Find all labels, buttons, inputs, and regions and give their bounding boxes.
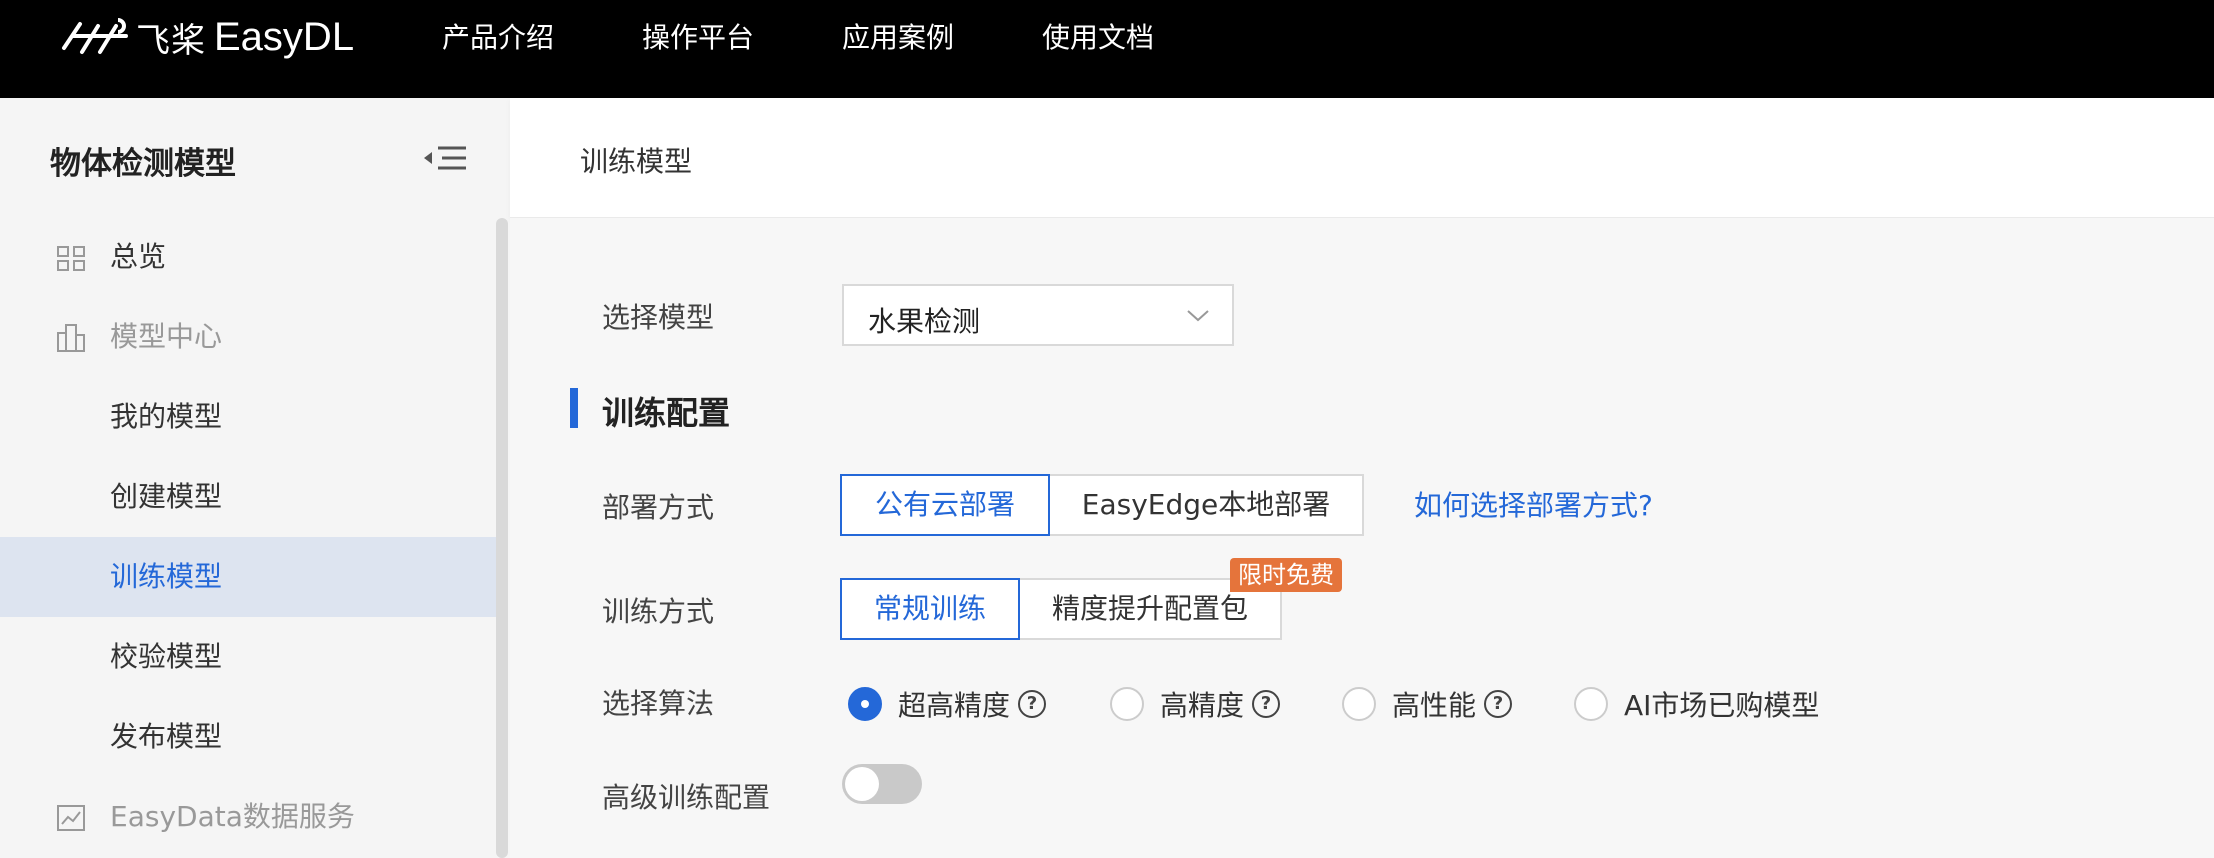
radio-dot[interactable]	[1342, 687, 1376, 721]
sidebar-item-label: 创建模型	[110, 480, 223, 513]
advanced-config-toggle[interactable]	[842, 764, 922, 804]
help-icon[interactable]: ?	[1252, 690, 1281, 718]
sidebar-item-publish-model[interactable]: 发布模型	[0, 697, 496, 777]
training-mode-label: 训练方式	[602, 595, 715, 628]
sidebar-item-label: EasyData数据服务	[110, 800, 355, 833]
sidebar-title: 物体检测模型	[50, 146, 236, 182]
nav-docs[interactable]: 使用文档	[1042, 18, 1154, 58]
sidebar-item-validate-model[interactable]: 校验模型	[0, 617, 496, 697]
algorithm-label: 选择算法	[602, 687, 715, 720]
training-form: 选择模型 水果检测 训练配置 部署方式 公有云部署 EasyEdge本地部署 如…	[510, 218, 2214, 858]
sidebar-item-my-models[interactable]: 我的模型	[0, 377, 496, 457]
radio-dot[interactable]	[1110, 687, 1144, 721]
sidebar-item-train-model[interactable]: 训练模型	[0, 537, 496, 617]
sidebar-group-easydata[interactable]: EasyData数据服务	[0, 777, 496, 857]
radio-ultra-precision[interactable]: 超高精度 ?	[848, 684, 1047, 724]
chevron-down-icon	[1187, 310, 1209, 322]
radio-label: 高精度	[1160, 689, 1245, 722]
deploy-help-link[interactable]: 如何选择部署方式?	[1414, 484, 1653, 524]
sidebar-item-overview[interactable]: 总览	[0, 217, 496, 297]
sidebar-item-create-model[interactable]: 创建模型	[0, 457, 496, 537]
sidebar-item-label: 我的模型	[110, 400, 223, 433]
sidebar-item-label: 模型中心	[110, 320, 223, 353]
deploy-option-public-cloud[interactable]: 公有云部署	[840, 474, 1050, 536]
sidebar-item-label: 总览	[110, 240, 167, 273]
sidebar-item-label: 校验模型	[110, 640, 223, 673]
radio-dot-selected[interactable]	[848, 687, 882, 721]
deploy-method-label: 部署方式	[602, 491, 715, 524]
select-model-label: 选择模型	[602, 301, 715, 334]
toggle-knob	[845, 767, 879, 801]
deploy-option-easyedge[interactable]: EasyEdge本地部署	[1048, 474, 1364, 536]
section-accent-bar	[570, 388, 578, 428]
radio-high-precision[interactable]: 高精度 ?	[1110, 684, 1281, 724]
nav-cases[interactable]: 应用案例	[842, 18, 954, 58]
radio-label: 高性能	[1392, 689, 1477, 722]
page-title: 训练模型	[580, 145, 693, 178]
content-header: 训练模型	[510, 98, 2214, 218]
train-option-regular[interactable]: 常规训练	[840, 578, 1020, 640]
sidebar: 物体检测模型 总览 模型中心 我的模型 创建模型 训练模型 校验模型 发布模型 …	[0, 98, 510, 858]
chart-icon	[57, 805, 85, 831]
nav-product-intro[interactable]: 产品介绍	[442, 18, 554, 58]
collapse-menu-icon[interactable]	[420, 138, 470, 178]
paddle-logo-icon	[62, 18, 128, 54]
radio-ai-market[interactable]: AI市场已购模型	[1574, 684, 1819, 724]
free-badge: 限时免费	[1230, 558, 1342, 592]
model-select[interactable]: 水果检测	[842, 284, 1234, 346]
help-icon[interactable]: ?	[1484, 690, 1513, 718]
radio-label: AI市场已购模型	[1624, 689, 1820, 722]
radio-label: 超高精度	[898, 689, 1011, 722]
sidebar-scrollbar[interactable]	[496, 218, 508, 858]
top-navigation-bar: 飞桨 EasyDL 产品介绍 操作平台 应用案例 使用文档	[0, 0, 2214, 98]
radio-high-performance[interactable]: 高性能 ?	[1342, 684, 1513, 724]
logo[interactable]: 飞桨 EasyDL	[60, 14, 355, 61]
advanced-config-label: 高级训练配置	[602, 781, 771, 814]
radio-dot[interactable]	[1574, 687, 1608, 721]
logo-text-cn: 飞桨	[136, 20, 206, 61]
building-icon	[57, 324, 85, 352]
help-icon[interactable]: ?	[1018, 690, 1047, 718]
logo-text-en: EasyDL	[214, 14, 355, 59]
section-title: 训练配置	[602, 394, 731, 432]
nav-platform[interactable]: 操作平台	[642, 18, 754, 58]
sidebar-group-model-center[interactable]: 模型中心	[0, 297, 496, 377]
sidebar-item-label: 训练模型	[110, 560, 223, 593]
sidebar-item-label: 发布模型	[110, 720, 223, 753]
model-select-value: 水果检测	[868, 305, 981, 338]
grid-icon	[57, 246, 85, 271]
